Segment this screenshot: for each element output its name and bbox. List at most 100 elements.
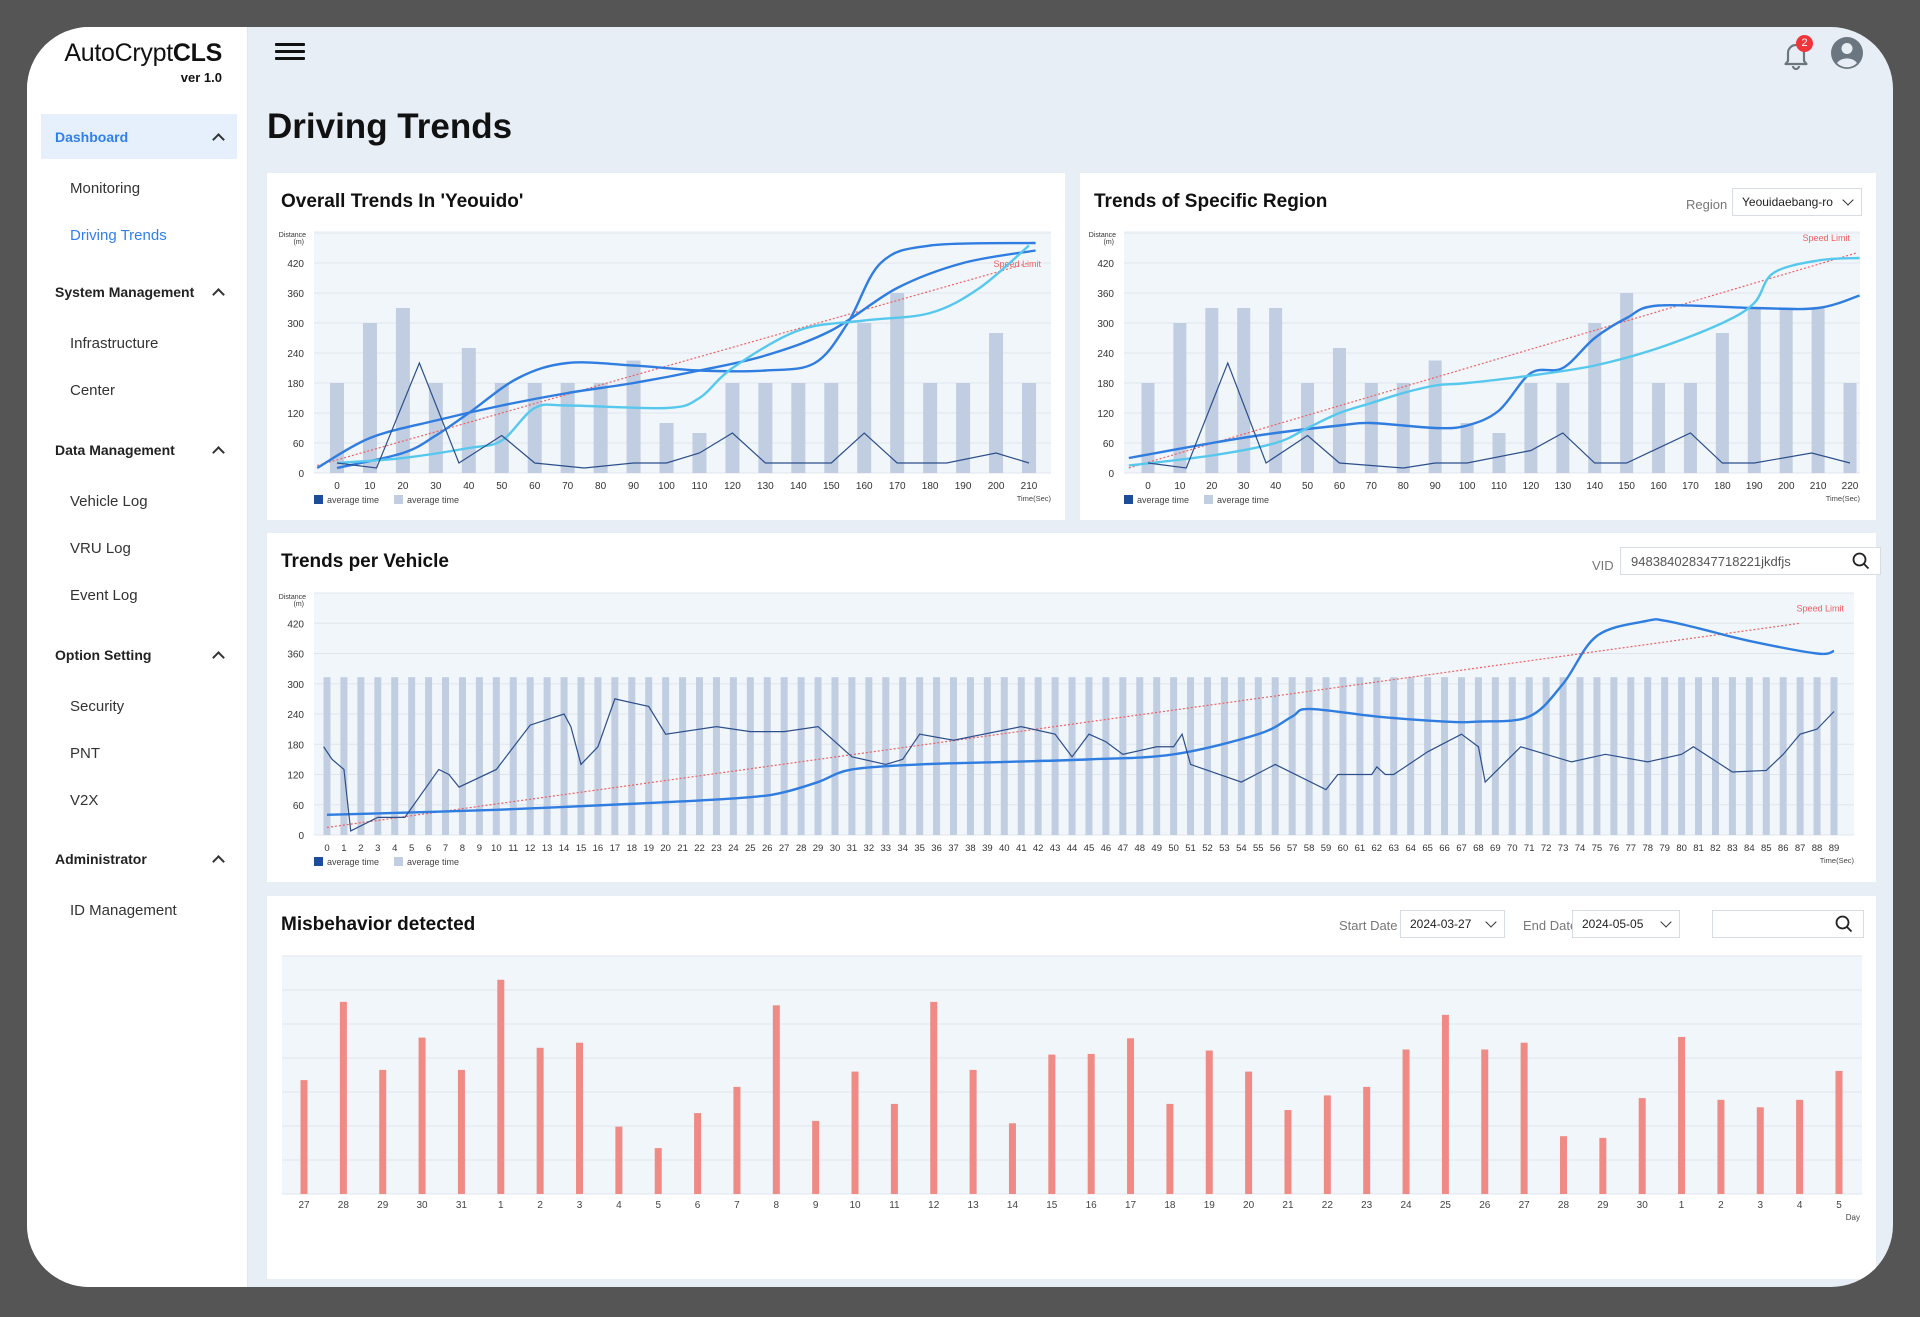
bar bbox=[593, 383, 608, 473]
bar bbox=[1796, 677, 1804, 835]
sidebar-group-header[interactable]: Data Management bbox=[41, 427, 237, 472]
sidebar-group-header[interactable]: Administrator bbox=[41, 836, 237, 881]
x-tick-label: 29 bbox=[813, 843, 824, 854]
legend-swatch-dark bbox=[314, 857, 323, 866]
legend-swatch-dark bbox=[1124, 495, 1133, 504]
bar bbox=[1269, 308, 1283, 473]
x-tick-label: 210 bbox=[1021, 481, 1038, 492]
bar bbox=[611, 677, 619, 835]
x-tick-label: 4 bbox=[1797, 1200, 1803, 1211]
x-tick-label: 70 bbox=[1366, 481, 1378, 492]
chevron-up-icon[interactable] bbox=[213, 650, 223, 660]
bar bbox=[418, 1037, 426, 1194]
legend-label: average time bbox=[407, 495, 459, 505]
sidebar-item-monitoring[interactable]: Monitoring bbox=[41, 165, 237, 212]
bar bbox=[1356, 677, 1364, 835]
sidebar-item-center[interactable]: Center bbox=[41, 367, 237, 414]
menu-toggle-button[interactable] bbox=[275, 39, 305, 63]
y-tick-label: 420 bbox=[287, 259, 304, 270]
bar bbox=[797, 677, 805, 835]
sidebar-item-security[interactable]: Security bbox=[41, 683, 237, 730]
legend-label: average time bbox=[327, 857, 379, 867]
x-tick-label: 9 bbox=[477, 843, 482, 854]
hamburger-bar bbox=[275, 50, 305, 53]
sidebar-item-infrastructure[interactable]: Infrastructure bbox=[41, 320, 237, 367]
x-tick-label: 88 bbox=[1812, 843, 1823, 854]
y-tick-label: 60 bbox=[293, 801, 305, 812]
sidebar-item-vehicle-log[interactable]: Vehicle Log bbox=[41, 478, 237, 525]
sidebar-group-header[interactable]: Option Setting bbox=[41, 632, 237, 677]
x-tick-label: 2 bbox=[1718, 1200, 1724, 1211]
bar bbox=[1022, 383, 1036, 473]
sidebar-group-header[interactable]: Dashboard bbox=[41, 114, 237, 159]
x-tick-label: 75 bbox=[1592, 843, 1603, 854]
user-avatar-button[interactable] bbox=[1829, 35, 1865, 71]
y-tick-label: 420 bbox=[1097, 259, 1114, 270]
x-tick-label: 27 bbox=[779, 843, 790, 854]
app-window: AutoCryptCLS ver 1.0 Dashboard Monitoring… bbox=[27, 27, 1893, 1287]
x-tick-label: 13 bbox=[542, 843, 553, 854]
x-tick-label: 16 bbox=[1086, 1200, 1098, 1211]
x-tick-label: 30 bbox=[830, 843, 841, 854]
x-tick-label: 0 bbox=[1145, 481, 1151, 492]
x-tick-label: 57 bbox=[1287, 843, 1298, 854]
bar bbox=[1556, 383, 1570, 473]
vehicle-trends-chart: 060120180240300360420Distance(m)0 1 2 3 4 5 6 7… bbox=[279, 592, 1854, 867]
bar bbox=[1087, 1053, 1095, 1194]
y-tick-label: 120 bbox=[287, 771, 304, 782]
x-tick-label: 10 bbox=[364, 481, 376, 492]
bar bbox=[1474, 677, 1482, 835]
x-tick-label: 60 bbox=[529, 481, 541, 492]
x-tick-label: 3 bbox=[1758, 1200, 1764, 1211]
bar bbox=[1508, 677, 1516, 835]
y-tick-label: 300 bbox=[1097, 319, 1114, 330]
bar bbox=[1048, 1054, 1056, 1194]
bar bbox=[812, 1120, 820, 1194]
bar bbox=[1745, 677, 1753, 835]
y-tick-label: 240 bbox=[1097, 349, 1114, 360]
bar bbox=[1520, 1042, 1528, 1194]
x-tick-label: 90 bbox=[628, 481, 640, 492]
sidebar-group-header[interactable]: System Management bbox=[41, 269, 237, 314]
x-tick-label: 210 bbox=[1810, 481, 1827, 492]
x-tick-label: 66 bbox=[1439, 843, 1450, 854]
x-tick-label: 100 bbox=[1459, 481, 1476, 492]
chevron-up-icon[interactable] bbox=[213, 445, 223, 455]
bar bbox=[725, 383, 740, 473]
y-tick-label: 180 bbox=[287, 740, 304, 751]
sidebar-group-label: Option Setting bbox=[55, 646, 152, 663]
bar bbox=[890, 1103, 898, 1194]
bar bbox=[1424, 677, 1432, 835]
x-tick-label: 150 bbox=[1618, 481, 1635, 492]
bar bbox=[1284, 1110, 1292, 1194]
chevron-up-icon[interactable] bbox=[213, 132, 223, 142]
x-tick-label: 63 bbox=[1388, 843, 1399, 854]
sidebar-item-id-management[interactable]: ID Management bbox=[41, 887, 237, 934]
sidebar-item-vru-log[interactable]: VRU Log bbox=[41, 525, 237, 572]
bar bbox=[758, 383, 773, 473]
sidebar-item-event-log[interactable]: Event Log bbox=[41, 572, 237, 619]
notification-button[interactable]: 2 bbox=[1781, 35, 1813, 72]
sidebar-item-driving-trends[interactable]: Driving Trends bbox=[41, 212, 237, 259]
chevron-up-icon[interactable] bbox=[213, 287, 223, 297]
y-axis-label: Distance bbox=[279, 594, 306, 601]
chevron-up-icon[interactable] bbox=[213, 854, 223, 864]
bar bbox=[662, 677, 670, 835]
sidebar-group-label: Administrator bbox=[55, 850, 147, 867]
x-tick-label: 79 bbox=[1659, 843, 1670, 854]
bar bbox=[1715, 333, 1729, 473]
bar bbox=[428, 383, 443, 473]
x-tick-label: 7 bbox=[734, 1200, 740, 1211]
sidebar-item-pnt[interactable]: PNT bbox=[41, 730, 237, 777]
sidebar-item-v2x[interactable]: V2X bbox=[41, 777, 237, 824]
x-tick-label: 85 bbox=[1761, 843, 1772, 854]
bar bbox=[1638, 1098, 1646, 1194]
x-tick-label: 6 bbox=[695, 1200, 701, 1211]
bar bbox=[1000, 677, 1008, 835]
bar bbox=[1271, 677, 1279, 835]
x-tick-label: 19 bbox=[1204, 1200, 1216, 1211]
bar bbox=[1254, 677, 1262, 835]
x-tick-label: 38 bbox=[965, 843, 976, 854]
misbehavior-chart: 27 28 29 30 31 1 2 3 4 5 6 7 8 9 10 11 12 13 14 15 16 17 18 19 2… bbox=[282, 955, 1862, 1222]
x-tick-label: 52 bbox=[1202, 843, 1213, 854]
